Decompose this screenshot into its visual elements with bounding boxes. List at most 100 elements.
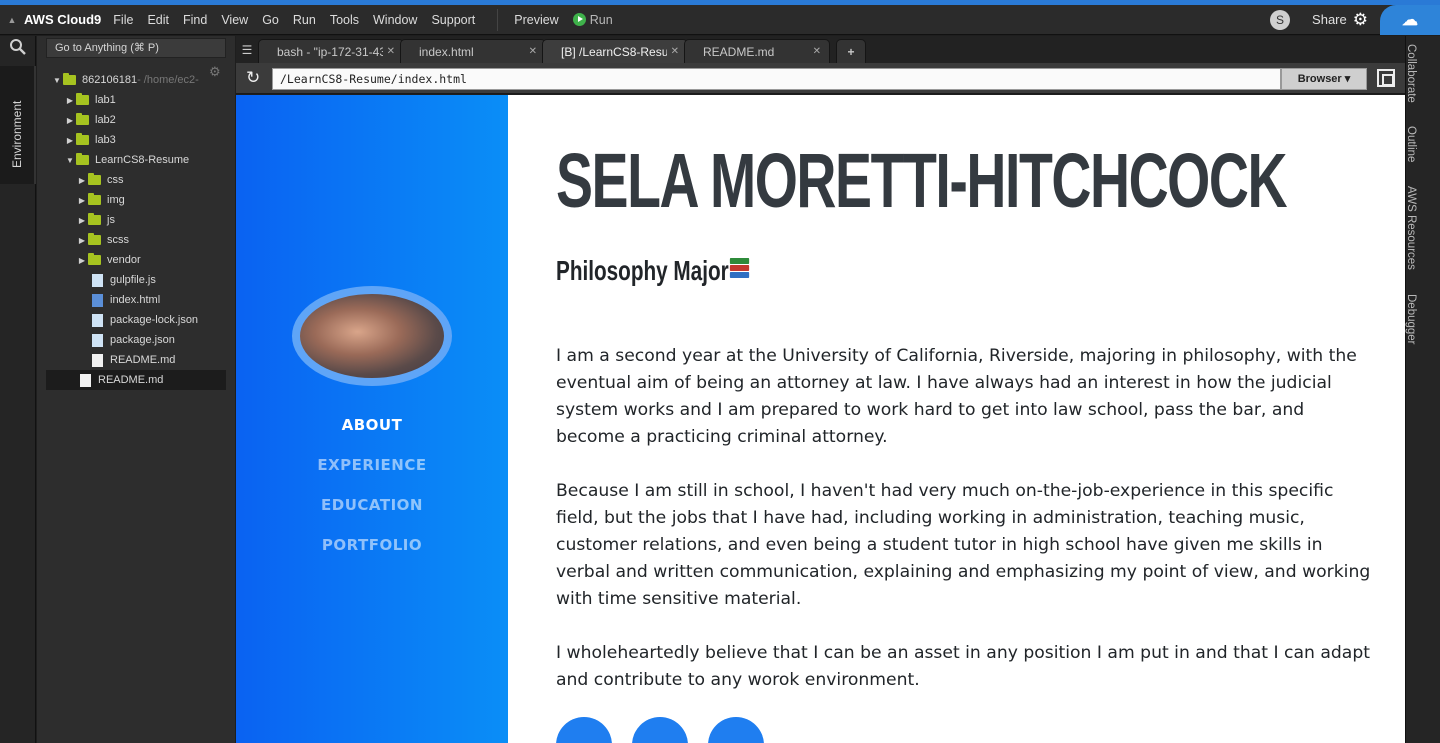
tree-item-img[interactable]: ▶ img [37,190,235,210]
folder-icon [88,213,101,225]
menu-tools[interactable]: Tools [330,13,359,27]
email-icon[interactable] [708,717,764,743]
tree-item-lab2[interactable]: ▶ lab2 [37,110,235,130]
close-icon[interactable]: ✕ [671,46,679,57]
folder-icon [88,173,101,185]
menu-run[interactable]: Run [293,13,316,27]
html-file-icon [92,293,103,307]
app-brand-menu[interactable]: AWS Cloud9 [24,12,101,27]
folder-icon [88,253,101,265]
reload-icon[interactable]: ↻ [246,68,260,88]
tree-item-readme-root[interactable]: README.md [46,370,226,390]
tree-item-lab3[interactable]: ▶ lab3 [37,130,235,150]
folder-icon [76,153,89,165]
search-icon[interactable] [0,38,35,60]
nav-experience[interactable]: EXPERIENCE [236,456,508,474]
menu-window[interactable]: Window [373,13,417,27]
share-button[interactable]: Share [1312,12,1347,27]
tree-item-js[interactable]: ▶ js [37,210,235,230]
tree-item-label: scss [107,234,129,246]
folder-icon [76,133,89,145]
menu-bar: ▲ AWS Cloud9 File Edit Find View Go Run … [0,4,1440,35]
twitter-icon[interactable] [632,717,688,743]
folder-icon [76,113,89,125]
debugger-tab[interactable]: Debugger [1405,294,1417,345]
left-rail: Environment [0,36,36,743]
close-icon[interactable]: ✕ [529,46,537,57]
plus-icon: + [847,44,855,59]
nav-portfolio[interactable]: PORTFOLIO [236,536,508,554]
close-icon[interactable]: ✕ [813,46,821,57]
tree-item-learncs8-resume[interactable]: ▼ LearnCS8-Resume [37,150,235,170]
new-tab-button[interactable]: + [836,39,866,63]
tree-root[interactable]: ▼ 862106181 - /home/ec2- [37,70,235,90]
nav-about[interactable]: ABOUT [236,416,508,434]
file-tree-panel: Go to Anything (⌘ P) ⚙ ▼ 862106181 - /ho… [37,36,235,743]
collapse-arrow-icon: ▶ [78,235,86,245]
environment-tab[interactable]: Environment [0,66,36,184]
tab-label: index.html [419,44,474,59]
github-icon[interactable] [556,717,612,743]
menu-go[interactable]: Go [262,13,279,27]
url-input[interactable]: /LearnCS8-Resume/index.html [272,68,1281,90]
tree-root-path: - /home/ec2- [137,74,199,86]
cloud9-logo-icon[interactable]: ☁ [1380,4,1440,35]
resume-subtitle: Philosophy Major [556,255,750,287]
tree-item-label: lab1 [95,94,116,106]
tree-item-readme-inner[interactable]: README.md [37,350,235,370]
tab-terminal[interactable]: bash - "ip-172-31-43 ✕ [258,39,404,63]
browser-mode-select[interactable]: Browser ▾ [1281,68,1367,90]
tree-item-label: vendor [107,254,141,266]
close-icon[interactable]: ✕ [387,46,395,57]
tree-item-label: gulpfile.js [110,274,156,286]
chevron-down-icon: ▾ [1344,73,1351,85]
menu-view[interactable]: View [221,13,248,27]
tree-item-index-html[interactable]: index.html [37,290,235,310]
collaborate-tab[interactable]: Collaborate [1405,44,1417,103]
collapse-caret-icon[interactable]: ▲ [0,15,24,25]
menu-file[interactable]: File [113,13,133,27]
tree-item-scss[interactable]: ▶ scss [37,230,235,250]
menu-find[interactable]: Find [183,13,207,27]
menu-edit[interactable]: Edit [147,13,169,27]
tree-item-label: lab2 [95,114,116,126]
tree-root-label: 862106181 [82,74,138,86]
tab-readme[interactable]: README.md ✕ [684,39,830,63]
outline-tab[interactable]: Outline [1405,126,1417,162]
tree-item-label: js [107,214,115,226]
avatar[interactable]: S [1270,9,1291,30]
folder-icon [76,93,89,105]
tab-label: README.md [703,44,775,59]
browser-mode-label: Browser [1297,73,1342,85]
menu-support[interactable]: Support [431,13,475,27]
run-button[interactable]: Run [572,11,613,29]
aws-resources-tab[interactable]: AWS Resources [1405,186,1417,270]
browser-preview: ABOUT EXPERIENCE EDUCATION PORTFOLIO SEL… [236,95,1405,743]
collapse-arrow-icon: ▶ [78,195,86,205]
tree-item-css[interactable]: ▶ css [37,170,235,190]
gear-icon[interactable]: ⚙ [1353,10,1368,30]
tree-item-lab1[interactable]: ▶ lab1 [37,90,235,110]
run-label: Run [589,12,613,27]
folder-icon [88,193,101,205]
tab-label: bash - "ip-172-31-43 [277,44,383,59]
collapse-arrow-icon: ▶ [78,255,86,265]
tab-list-icon[interactable]: ☰ [236,43,258,57]
preview-button[interactable]: Preview [514,13,558,27]
tree-item-gulpfile[interactable]: gulpfile.js [37,270,235,290]
pop-out-icon[interactable] [1377,69,1395,87]
tab-browser-preview[interactable]: [B] /LearnCS8-Resu ✕ [542,39,688,63]
right-rail: Collaborate Outline AWS Resources Debugg… [1405,36,1440,743]
resume-name-heading: SELA MORETTI-HITCHCOCK [556,138,1287,224]
tree-item-label: README.md [98,374,164,386]
tab-index-html[interactable]: index.html ✕ [400,39,546,63]
tree-item-label: img [107,194,125,206]
nav-education[interactable]: EDUCATION [236,496,508,514]
collapse-arrow-icon: ▶ [78,175,86,185]
tree-item-label: LearnCS8-Resume [95,154,190,166]
go-to-anything-input[interactable]: Go to Anything (⌘ P) [46,38,226,58]
tree-item-vendor[interactable]: ▶ vendor [37,250,235,270]
tree-item-package-json[interactable]: package.json [37,330,235,350]
browser-toolbar: ↻ /LearnCS8-Resume/index.html Browser ▾ [236,63,1405,94]
tree-item-package-lock[interactable]: package-lock.json [37,310,235,330]
